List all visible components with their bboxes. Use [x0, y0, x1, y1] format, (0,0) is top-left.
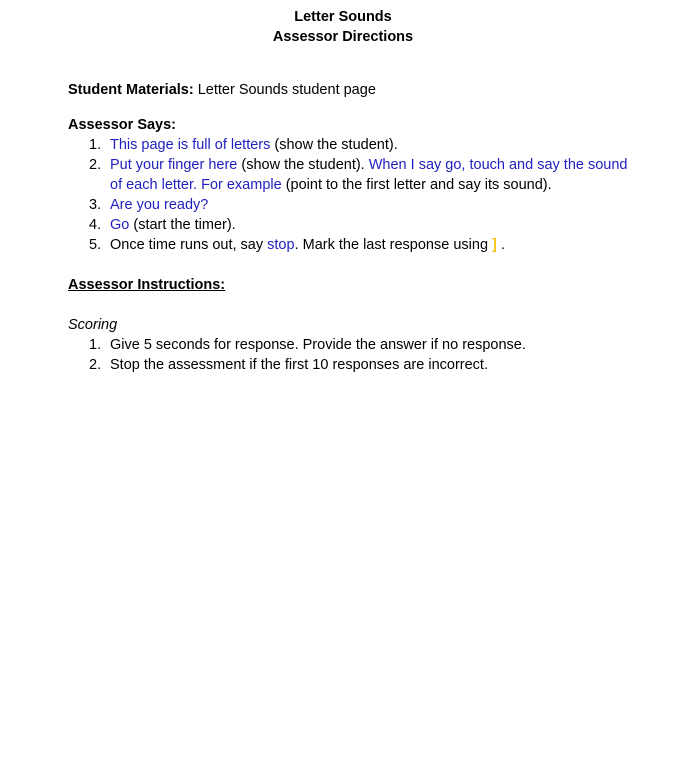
action-note: (show the student).	[237, 157, 369, 173]
action-note: (point to the first letter and say its s…	[281, 177, 552, 193]
list-number: 2.	[89, 157, 102, 173]
document-body: Student Materials: Letter Sounds student…	[68, 80, 628, 375]
list-number: 3.	[89, 197, 102, 213]
list-number: 5.	[89, 237, 102, 253]
list-item: 3. Are you ready?	[68, 195, 628, 215]
action-note: (show the student).	[270, 137, 398, 153]
spoken-text: This page is full of letters	[110, 137, 271, 153]
spoken-text: Put your finger here	[110, 157, 238, 173]
bracket-mark-icon: ]	[492, 237, 497, 253]
spoken-text: Go	[110, 217, 130, 233]
scoring-text: Stop the assessment if the first 10 resp…	[110, 357, 488, 373]
list-item: 1. Give 5 seconds for response. Provide …	[68, 335, 628, 355]
spoken-text: stop	[267, 237, 295, 253]
list-item: 1. This page is full of letters (show th…	[68, 135, 628, 155]
document-subtitle: Assessor Directions	[272, 29, 414, 45]
scoring-text: Give 5 seconds for response. Provide the…	[110, 337, 526, 353]
spoken-text: Are you ready?	[110, 197, 209, 213]
instruction-text: .	[500, 237, 505, 253]
assessor-instructions-heading: Assessor Instructions:	[68, 277, 226, 293]
scoring-heading: Scoring	[68, 317, 118, 333]
list-item: 5. Once time runs out, say stop. Mark th…	[68, 235, 628, 255]
document-header: Letter Sounds Assessor Directions	[0, 7, 686, 47]
action-note: (start the timer).	[129, 217, 236, 233]
list-item: 2. Put your finger here (show the studen…	[68, 155, 628, 195]
student-materials-line: Student Materials: Letter Sounds student…	[68, 80, 628, 100]
student-materials-text: Letter Sounds student page	[193, 82, 376, 98]
list-number: 1.	[89, 337, 102, 353]
list-number: 2.	[89, 357, 102, 373]
student-materials-label: Student Materials:	[68, 82, 194, 98]
list-number: 1.	[89, 137, 102, 153]
list-item: 2. Stop the assessment if the first 10 r…	[68, 355, 628, 375]
list-number: 4.	[89, 217, 102, 233]
scoring-list: 1. Give 5 seconds for response. Provide …	[68, 335, 628, 375]
list-item: 4. Go (start the timer).	[68, 215, 628, 235]
document-page: Letter Sounds Assessor Directions Studen…	[0, 0, 686, 768]
instruction-text: . Mark the last response using	[294, 237, 493, 253]
assessor-says-list: 1. This page is full of letters (show th…	[68, 135, 628, 255]
instruction-text: Once time runs out, say	[110, 237, 268, 253]
document-title: Letter Sounds	[294, 9, 392, 25]
assessor-says-heading: Assessor Says:	[68, 117, 177, 133]
